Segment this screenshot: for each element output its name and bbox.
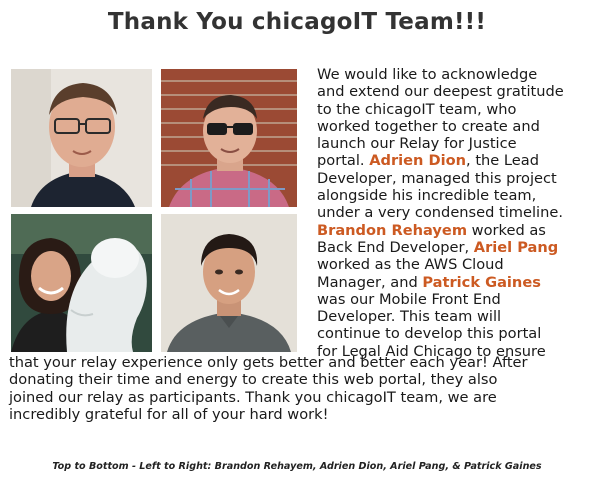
name-patrick-gaines: Patrick Gaines [422, 273, 541, 291]
body-line: continue to develop this portal [317, 325, 542, 343]
body-line: to the chicagoIT team, who [317, 100, 517, 118]
team-photo-grid [11, 69, 297, 352]
body-line: and extend our deepest gratitude [317, 83, 564, 101]
body-line: Developer, managed this project [317, 169, 557, 187]
team-photo-top-right [161, 69, 297, 207]
team-photo-top-left [11, 69, 152, 207]
body-line: portal. Adrien Dion, the Lead [317, 152, 589, 169]
body-text: Back End Developer, [317, 238, 474, 256]
body-line: worked together to create and [317, 117, 540, 135]
body-text: Manager, and [317, 273, 423, 291]
body-line: under a very condensed timeline. [317, 204, 563, 222]
body-line: worked as the AWS Cloud [317, 256, 504, 274]
body-text: worked as [467, 221, 546, 239]
team-photo-bottom-right [161, 214, 297, 352]
body-line: joined our relay as participants. Thank … [9, 388, 497, 406]
body-line: donating their time and energy to create… [9, 371, 498, 389]
body-text-full-width: that your relay experience only gets bet… [9, 354, 589, 423]
body-line: incredibly grateful for all of your hard… [9, 405, 329, 423]
team-photo-bottom-left [11, 214, 152, 352]
body-line: alongside his incredible team, [317, 187, 537, 205]
name-ariel-pang: Ariel Pang [473, 238, 559, 256]
body-line: Manager, and Patrick Gaines [317, 274, 589, 291]
body-line: was our Mobile Front End [317, 290, 501, 308]
body-line: Back End Developer, Ariel Pang [317, 239, 589, 256]
body-text: portal. [317, 152, 370, 170]
name-brandon-rehayem: Brandon Rehayem [317, 221, 468, 239]
body-text-column: We would like to acknowledge and extend … [317, 66, 589, 360]
name-adrien-dion: Adrien Dion [369, 152, 467, 170]
body-line: launch our Relay for Justice [317, 135, 517, 153]
body-line: Developer. This team will [317, 308, 502, 326]
page-title: Thank You chicagoIT Team!!! [107, 9, 487, 35]
photo-caption: Top to Bottom - Left to Right: Brandon R… [52, 461, 542, 472]
body-line: that your relay experience only gets bet… [9, 354, 528, 371]
body-line: Brandon Rehayem worked as [317, 222, 589, 239]
body-line: We would like to acknowledge [317, 66, 538, 83]
body-text: , the Lead [466, 152, 539, 170]
